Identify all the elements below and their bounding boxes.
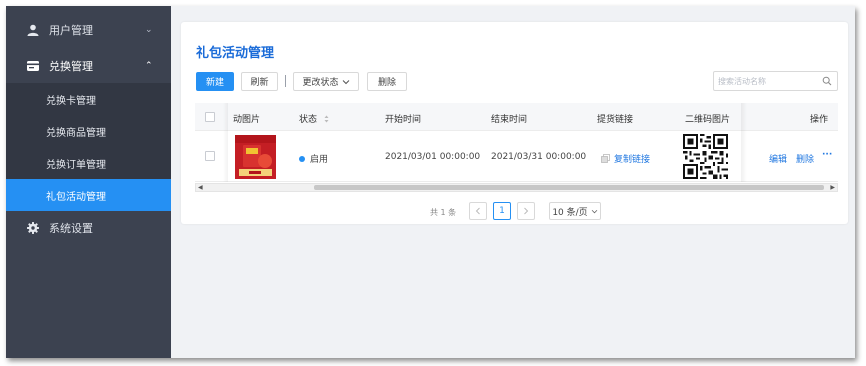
menu-system-settings[interactable]: 系统设置	[6, 211, 171, 245]
submenu-item-label: 兑换商品管理	[46, 127, 106, 139]
user-icon	[27, 24, 39, 36]
column-header-status-label: 状态	[299, 115, 318, 125]
copy-link-button[interactable]: 复制链接	[601, 152, 650, 165]
search-icon[interactable]	[822, 76, 832, 86]
chevron-up-icon: ⌃	[145, 61, 153, 71]
page-title: 礼包活动管理	[196, 46, 275, 61]
status-text: 启用	[310, 155, 329, 165]
exchange-submenu: 兑换卡管理 兑换商品管理 兑换订单管理 礼包活动管理	[6, 83, 171, 211]
campaign-image-thumbnail[interactable]	[235, 135, 276, 179]
change-status-label: 更改状态	[302, 78, 339, 88]
app-window: 用户管理 ⌄ 兑换管理 ⌃ 兑换卡管理 兑换商品管理 兑换订单管理 礼包活动管理…	[6, 6, 855, 358]
next-page-button[interactable]	[517, 202, 535, 220]
new-button[interactable]: 新建	[196, 72, 234, 91]
delete-button[interactable]: 删除	[367, 72, 407, 91]
menu-user-management-label: 用户管理	[49, 24, 93, 37]
status-dot	[299, 156, 305, 162]
end-time-cell: 2021/03/31 00:00:00	[491, 152, 587, 162]
page-number-button[interactable]: 1	[493, 202, 511, 220]
column-header-actions: 操作	[810, 115, 829, 125]
column-header-pickup-link: 提货链接	[597, 115, 634, 125]
content-card: 礼包活动管理 新建 刷新 更改状态 删除 动图片 状态	[181, 22, 848, 224]
menu-user-management[interactable]: 用户管理 ⌄	[6, 13, 171, 47]
qr-code-image[interactable]	[683, 134, 728, 179]
chevron-down-icon: ⌄	[145, 25, 153, 35]
prev-page-button[interactable]	[469, 202, 487, 220]
menu-system-settings-label: 系统设置	[49, 222, 93, 235]
page-size-label: 10 条/页	[552, 207, 588, 218]
sidebar: 用户管理 ⌄ 兑换管理 ⌃ 兑换卡管理 兑换商品管理 兑换订单管理 礼包活动管理…	[6, 6, 171, 358]
copy-icon	[601, 154, 610, 163]
column-header-status[interactable]: 状态	[299, 112, 329, 125]
submenu-item-exchange-goods[interactable]: 兑换商品管理	[6, 115, 171, 147]
refresh-button[interactable]: 刷新	[241, 72, 278, 91]
start-time-cell: 2021/03/01 00:00:00	[385, 152, 481, 162]
menu-exchange-management[interactable]: 兑换管理 ⌃	[6, 49, 171, 83]
scroll-left-arrow-icon[interactable]: ◀	[198, 184, 203, 191]
submenu-item-gift-campaigns[interactable]: 礼包活动管理	[6, 179, 171, 211]
select-all-checkbox[interactable]	[205, 112, 215, 122]
edit-link[interactable]: 编辑	[769, 152, 787, 165]
chevron-left-icon	[475, 207, 480, 215]
scrollbar-thumb[interactable]	[314, 185, 824, 190]
delete-link[interactable]: 删除	[796, 152, 814, 165]
submenu-item-label: 礼包活动管理	[46, 191, 106, 203]
submenu-item-exchange-cards[interactable]: 兑换卡管理	[6, 83, 171, 115]
change-status-dropdown[interactable]: 更改状态	[293, 72, 359, 91]
column-header-qr-image: 二维码图片	[685, 115, 731, 125]
fixed-column-shadow-left	[223, 103, 228, 182]
card-icon	[27, 61, 39, 71]
submenu-item-exchange-orders[interactable]: 兑换订单管理	[6, 147, 171, 179]
column-header-start-time: 开始时间	[385, 115, 422, 125]
fixed-column-shadow-right	[741, 103, 747, 182]
chevron-down-icon	[342, 79, 349, 84]
status-cell: 启用	[299, 152, 328, 165]
copy-link-label: 复制链接	[614, 155, 651, 165]
gear-icon	[27, 222, 39, 234]
scroll-right-arrow-icon[interactable]: ▶	[830, 184, 835, 191]
table-horizontal-scrollbar[interactable]: ◀ ▶	[195, 183, 838, 192]
chevron-right-icon	[524, 207, 529, 215]
page-size-select[interactable]: 10 条/页	[549, 202, 601, 220]
row-checkbox[interactable]	[205, 151, 215, 161]
search-input[interactable]	[718, 75, 818, 87]
more-actions-icon[interactable]: ···	[822, 150, 832, 160]
pagination-total: 共 1 条	[430, 208, 457, 217]
column-header-image: 动图片	[233, 115, 261, 125]
chevron-down-icon	[591, 209, 597, 213]
menu-exchange-management-label: 兑换管理	[49, 60, 93, 73]
toolbar-divider	[285, 75, 286, 87]
column-header-end-time: 结束时间	[491, 115, 528, 125]
search-box[interactable]	[713, 71, 838, 91]
sort-icon[interactable]	[324, 115, 329, 123]
submenu-item-label: 兑换订单管理	[46, 159, 106, 171]
submenu-item-label: 兑换卡管理	[46, 95, 96, 107]
